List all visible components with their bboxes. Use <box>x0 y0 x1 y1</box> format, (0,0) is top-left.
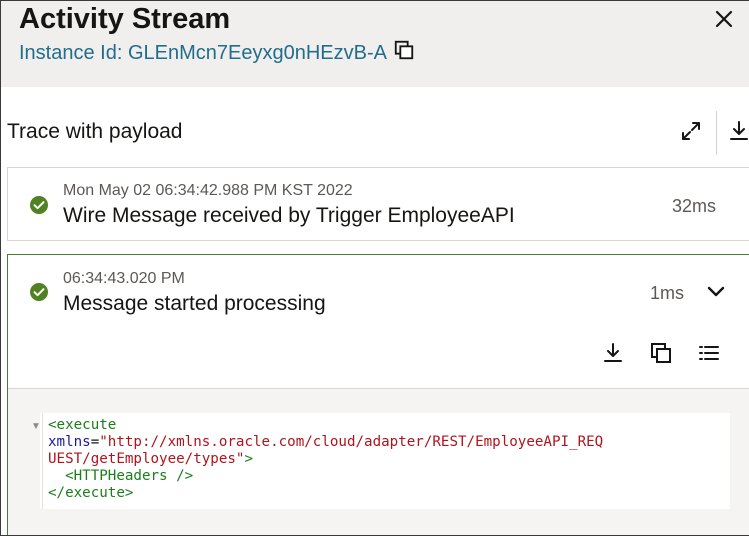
activity-item[interactable]: Mon May 02 06:34:42.988 PM KST 2022 Wire… <box>7 167 749 241</box>
toolbar-divider <box>716 111 717 155</box>
fold-toggle-icon[interactable]: ▼ <box>31 421 41 432</box>
chevron-down-icon[interactable] <box>705 281 727 303</box>
code-gutter <box>42 413 43 509</box>
activity-stream-panel: Activity Stream Instance Id: GLEnMcn7Eey… <box>0 0 749 536</box>
instance-id-row: Instance Id: GLEnMcn7Eeyxg0nHEzvB-A <box>19 39 415 65</box>
instance-id-text: Instance Id: GLEnMcn7Eeyxg0nHEzvB-A <box>19 42 387 64</box>
activity-duration: 1ms <box>649 283 684 303</box>
copy-icon[interactable] <box>393 39 415 61</box>
expand-icon[interactable] <box>679 119 703 143</box>
payload-code: <execute xmlns="http://xmlns.oracle.com/… <box>48 417 603 502</box>
code-token: <execute <box>48 417 117 433</box>
activity-item-expanded[interactable]: 06:34:43.020 PM Message started processi… <box>7 254 749 535</box>
activity-message: Message started processing <box>63 292 326 315</box>
list-icon[interactable] <box>697 341 721 365</box>
check-circle-icon <box>30 283 48 301</box>
code-token: <HTTPHeaders /> <box>48 468 194 484</box>
panel-header: Activity Stream Instance Id: GLEnMcn7Eey… <box>1 1 749 87</box>
code-token: </execute> <box>48 485 134 501</box>
code-token: > <box>244 451 254 467</box>
download-icon[interactable] <box>727 119 749 143</box>
activity-timestamp: Mon May 02 06:34:42.988 PM KST 2022 <box>63 182 353 199</box>
activity-timestamp: 06:34:43.020 PM <box>63 270 185 287</box>
code-token: xmlns <box>48 434 91 450</box>
trace-toolbar: Trace with payload <box>5 107 749 159</box>
payload-viewer: ▼ <execute xmlns="http://xmlns.oracle.co… <box>8 388 749 535</box>
copy-payload-icon[interactable] <box>649 341 673 365</box>
close-icon[interactable] <box>712 7 736 31</box>
panel-title: Activity Stream <box>19 3 231 35</box>
activity-duration: 32ms <box>671 196 716 216</box>
trace-label: Trace with payload <box>7 120 183 143</box>
check-circle-icon <box>30 196 48 214</box>
download-payload-icon[interactable] <box>601 341 625 365</box>
code-token: UEST/getEmployee/types" <box>48 451 245 467</box>
code-token: = <box>90 434 100 450</box>
code-token: "http://xmlns.oracle.com/cloud/adapter/R… <box>99 434 604 450</box>
activity-message: Wire Message received by Trigger Employe… <box>63 204 515 227</box>
